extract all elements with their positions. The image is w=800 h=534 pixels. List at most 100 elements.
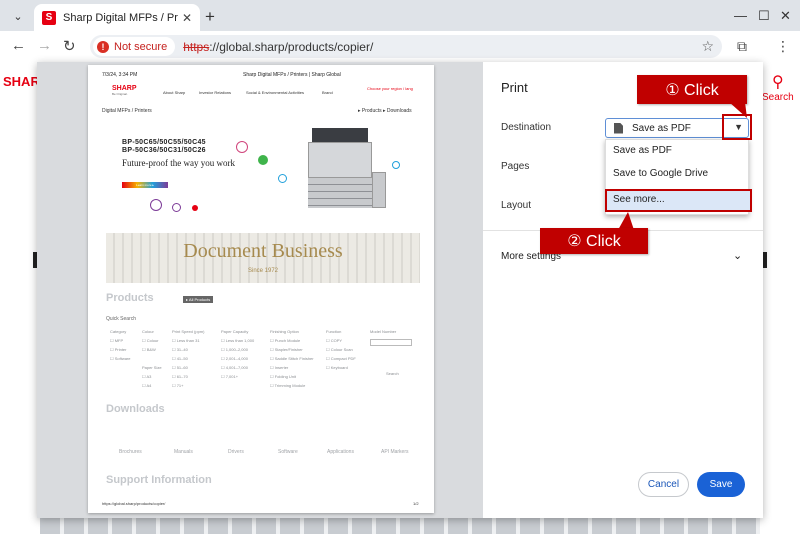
filter-option: ☐ 2,001–4,000: [221, 356, 248, 361]
preview-region: Choose your region / lang: [367, 86, 413, 91]
preview-nav-item: Social & Environmental Activities: [246, 90, 305, 95]
preview-hero-model-line1: BP-50C65/50C55/50C45: [122, 139, 206, 146]
reload-icon[interactable]: ↻: [63, 37, 76, 55]
tab-strip: ⌄ S Sharp Digital MFPs / Printers | S ✕ …: [0, 0, 800, 31]
filter-label: Print Speed (ppm): [172, 329, 205, 334]
annotation-step2-highlight: [605, 189, 752, 212]
close-icon[interactable]: ✕: [780, 8, 791, 24]
filter-label: Category: [110, 329, 127, 334]
filter-option: ☐ A3: [142, 374, 152, 379]
document-icon: [614, 122, 623, 134]
filter-option: ☐ 31–40: [172, 347, 188, 352]
preview-all-products: ▸ All Products: [183, 296, 214, 303]
deco-circle: [172, 203, 181, 212]
print-preview-area: 7/3/24, 3:34 PM Sharp Digital MFPs / Pri…: [37, 62, 483, 518]
close-icon[interactable]: ✕: [182, 11, 192, 25]
url-scheme: https: [183, 39, 210, 54]
preview-download-link: Software: [278, 449, 298, 455]
filter-option: ☐ 41–50: [172, 356, 188, 361]
new-tab-button[interactable]: +: [205, 7, 215, 27]
page-footer-strip: [40, 518, 760, 534]
preview-download-link: Manuals: [174, 449, 193, 455]
preview-nav-item: About Sharp: [163, 90, 186, 95]
save-button[interactable]: Save: [697, 472, 745, 497]
preview-header-date: 7/3/24, 3:34 PM: [102, 72, 138, 78]
preview-nav-item: Investor Relations: [199, 90, 232, 95]
deco-circle: [192, 205, 198, 211]
filter-function: Function ☐ COPY ☐ Colour Scan ☐ Compact …: [326, 327, 356, 372]
deco-circle: [236, 141, 248, 153]
preview-model-search: Search: [386, 371, 399, 376]
filter-finishing: Finishing Option ☐ Punch Module ☐ Staple…: [270, 327, 314, 390]
filter-colour: Colour ☐ Colour ☐ B&W Paper Size ☐ A3 ☐ …: [142, 327, 162, 390]
url-text: https://global.sharp/products/copier/: [183, 40, 373, 54]
filter-option: ☐ A4: [142, 383, 152, 388]
filter-option: ☐ Folding Unit: [270, 374, 297, 379]
filter-option: ☐ Printer: [110, 347, 127, 352]
filter-option: ☐ MFP: [110, 338, 124, 343]
forward-arrow-icon[interactable]: →: [37, 37, 52, 54]
preview-header-title: Sharp Digital MFPs / Printers | Sharp Gl…: [243, 72, 341, 78]
filter-category: Category ☐ MFP ☐ Printer ☐ Software: [110, 327, 131, 363]
preview-logo-text: SHARP: [112, 85, 137, 92]
filter-option: ☐ Trimming Module: [270, 383, 306, 388]
dialog-edge-right: [763, 252, 767, 268]
filter-label: Function: [326, 329, 342, 334]
preview-sharp-logo: SHARP Be Original.: [112, 85, 137, 96]
maximize-icon[interactable]: ☐: [758, 8, 770, 24]
preview-support-heading: Support Information: [106, 474, 212, 486]
address-bar[interactable]: ! Not secure https://global.sharp/produc…: [90, 35, 722, 58]
option-save-to-google-drive[interactable]: Save to Google Drive: [606, 163, 750, 185]
back-arrow-icon[interactable]: ←: [11, 37, 26, 54]
filter-label: Paper Capacity: [221, 329, 249, 334]
layout-label: Layout: [501, 200, 532, 211]
mfp-image: [300, 124, 386, 212]
option-save-as-pdf[interactable]: Save as PDF: [606, 140, 750, 162]
filter-option: ☐ COPY: [326, 338, 343, 343]
preview-hero-model-line2: BP-50C36/50C31/50C26: [122, 147, 206, 154]
sharp-favicon-icon: S: [42, 10, 56, 25]
kebab-menu-icon[interactable]: ⋮: [776, 38, 790, 55]
filter-label: Paper Size: [142, 365, 162, 370]
cancel-button[interactable]: Cancel: [638, 472, 689, 497]
preview-download-link: Drivers: [228, 449, 244, 455]
preview-hero-tagline: Future-proof the way you work: [122, 158, 235, 168]
search-peek-label: Search: [762, 92, 794, 103]
destination-value: Save as PDF: [632, 122, 691, 134]
filter-option: ☐ Stapler/Finisher: [270, 347, 303, 352]
preview-logo-tagline: Be Original.: [112, 92, 128, 96]
browser-tab[interactable]: S Sharp Digital MFPs / Printers | S ✕: [34, 4, 200, 31]
filter-option: ☐ 7,001+: [221, 374, 239, 379]
preview-hero-banner: BP-50C65/50C55/50C45 BP-50C36/50C31/50C2…: [106, 119, 420, 219]
filter-option: ☐ 61–70: [172, 374, 188, 379]
preview-learn-more: Learn more ▸: [122, 182, 168, 188]
deco-circle: [278, 174, 287, 183]
filter-option: ☐ Compact PDF: [326, 356, 356, 361]
filter-option: ☐ Saddle Stitch Finisher: [270, 356, 314, 361]
filter-option: ☐ 51–60: [172, 365, 188, 370]
chevron-down-icon[interactable]: ⌄: [733, 249, 742, 262]
browser-toolbar: ← → ↻ ! Not secure https://global.sharp/…: [0, 31, 800, 62]
mfp-scanner: [312, 128, 368, 142]
chevron-down-icon[interactable]: ⌄: [8, 6, 28, 26]
security-chip[interactable]: ! Not secure: [93, 37, 176, 56]
annotation-step1-highlight: [722, 114, 752, 140]
deco-circle: [258, 155, 268, 165]
filter-print-speed: Print Speed (ppm) ☐ Less than 31 ☐ 31–40…: [172, 327, 204, 390]
preview-download-link: Applications: [327, 449, 354, 455]
tab-title: Sharp Digital MFPs / Printers | S: [63, 11, 178, 24]
preview-banner-title: Document Business: [183, 240, 343, 262]
deco-circle: [392, 161, 400, 169]
filter-model-number: Model Number: [370, 327, 396, 336]
filter-paper-capacity: Paper Capacity ☐ Less than 1,000 ☐ 1,000…: [221, 327, 254, 381]
preview-download-link: Brochures: [119, 449, 142, 455]
puzzle-icon[interactable]: ⧉: [737, 38, 747, 55]
star-icon[interactable]: ☆: [701, 38, 714, 55]
preview-breadcrumb: Digital MFPs / Printers: [102, 108, 152, 114]
filter-option: ☐ Punch Module: [270, 338, 301, 343]
mfp-drawers: [308, 178, 372, 208]
minimize-icon[interactable]: —: [734, 8, 747, 23]
preview-footer-page: 1/2: [413, 501, 419, 506]
filter-label: Colour: [142, 329, 154, 334]
destination-label: Destination: [501, 122, 552, 133]
